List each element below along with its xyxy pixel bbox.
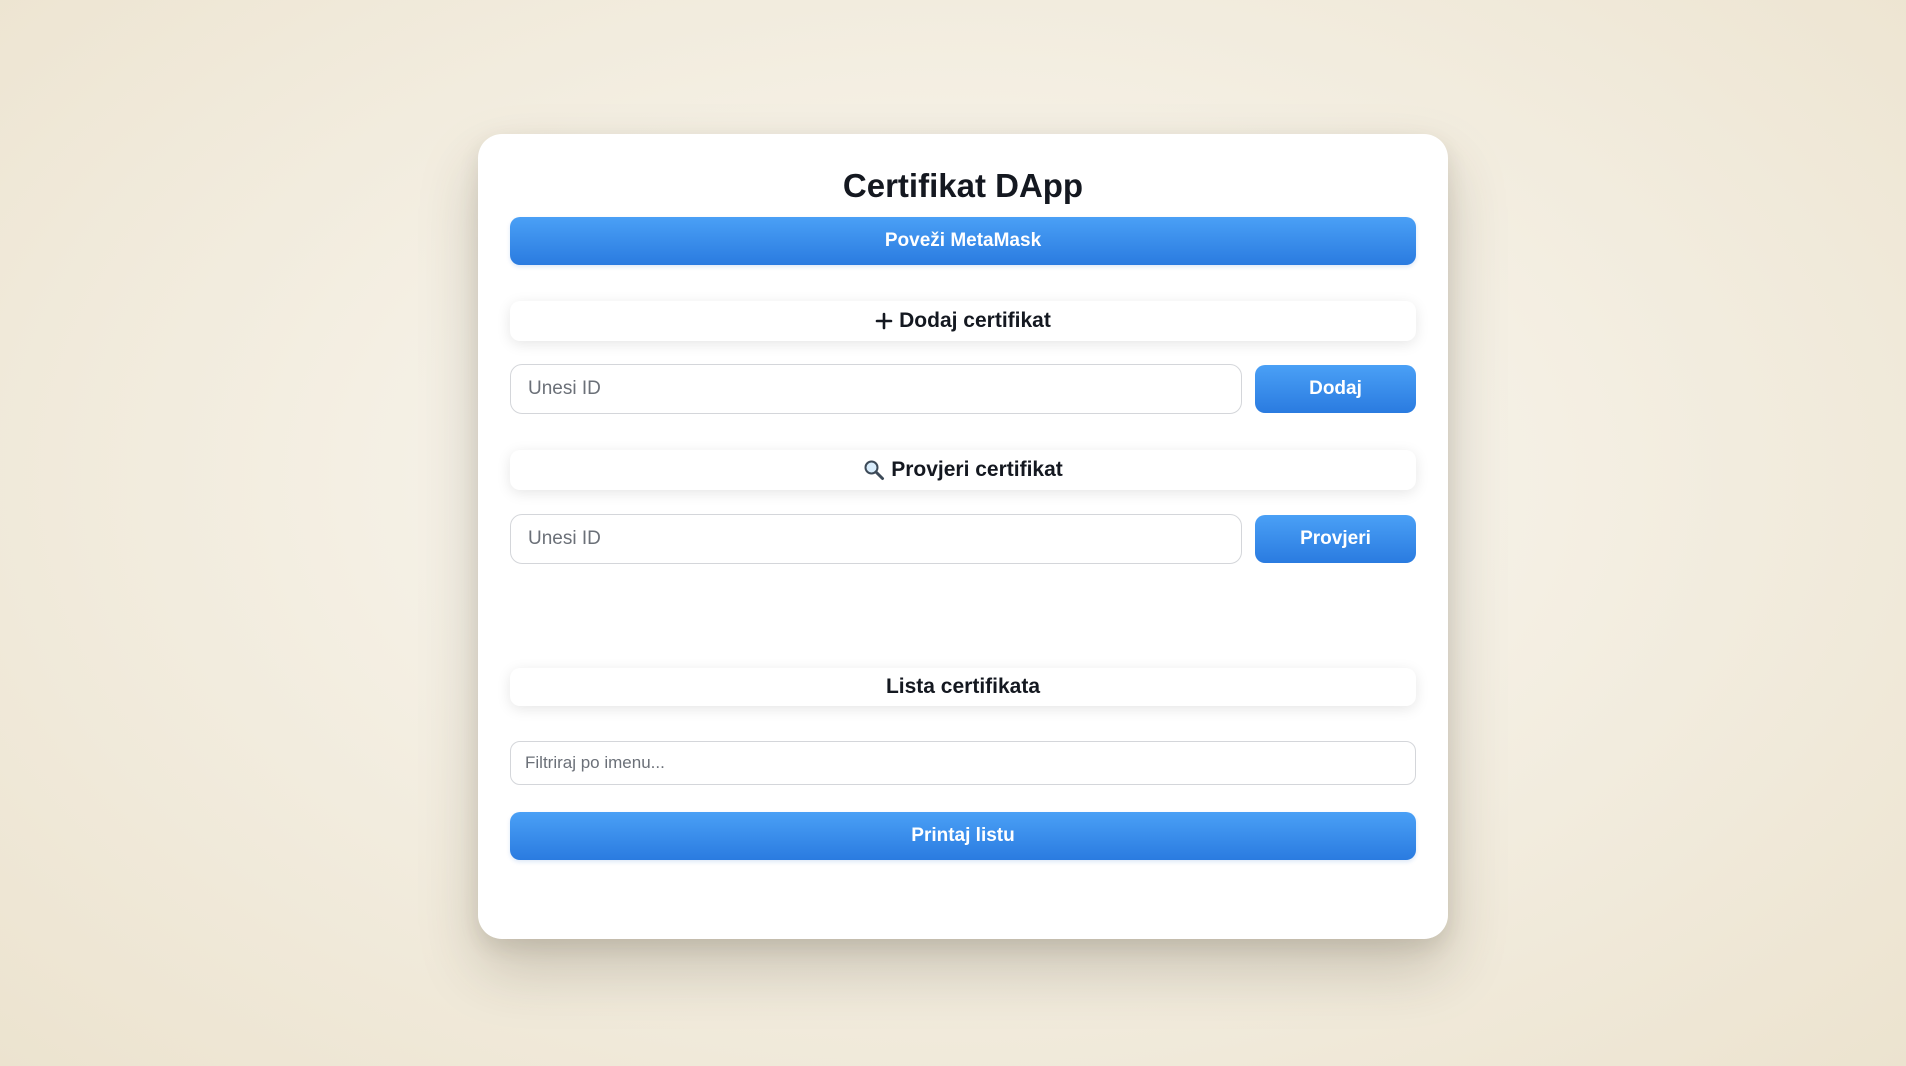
certificate-list-header: Lista certifikata xyxy=(510,668,1416,706)
plus-icon xyxy=(875,312,893,330)
certificate-list-title: Lista certifikata xyxy=(885,675,1041,698)
verify-button[interactable]: Provjeri xyxy=(1255,515,1416,563)
dapp-card: Certifikat DApp Poveži MetaMask Dodaj ce… xyxy=(478,134,1448,939)
add-certificate-title: Dodaj certifikat xyxy=(899,309,1051,332)
add-id-input[interactable] xyxy=(510,364,1242,414)
verify-id-input[interactable] xyxy=(510,514,1242,564)
filter-by-name-input[interactable] xyxy=(510,741,1416,785)
add-button[interactable]: Dodaj xyxy=(1255,365,1416,413)
verify-certificate-header: Provjeri certifikat xyxy=(510,450,1416,490)
page-title: Certifikat DApp xyxy=(842,167,1084,204)
connect-metamask-button[interactable]: Poveži MetaMask xyxy=(510,217,1416,265)
magnifier-icon xyxy=(863,459,885,481)
add-certificate-header: Dodaj certifikat xyxy=(510,301,1416,341)
print-list-button[interactable]: Printaj listu xyxy=(510,812,1416,860)
verify-certificate-title: Provjeri certifikat xyxy=(891,458,1063,481)
